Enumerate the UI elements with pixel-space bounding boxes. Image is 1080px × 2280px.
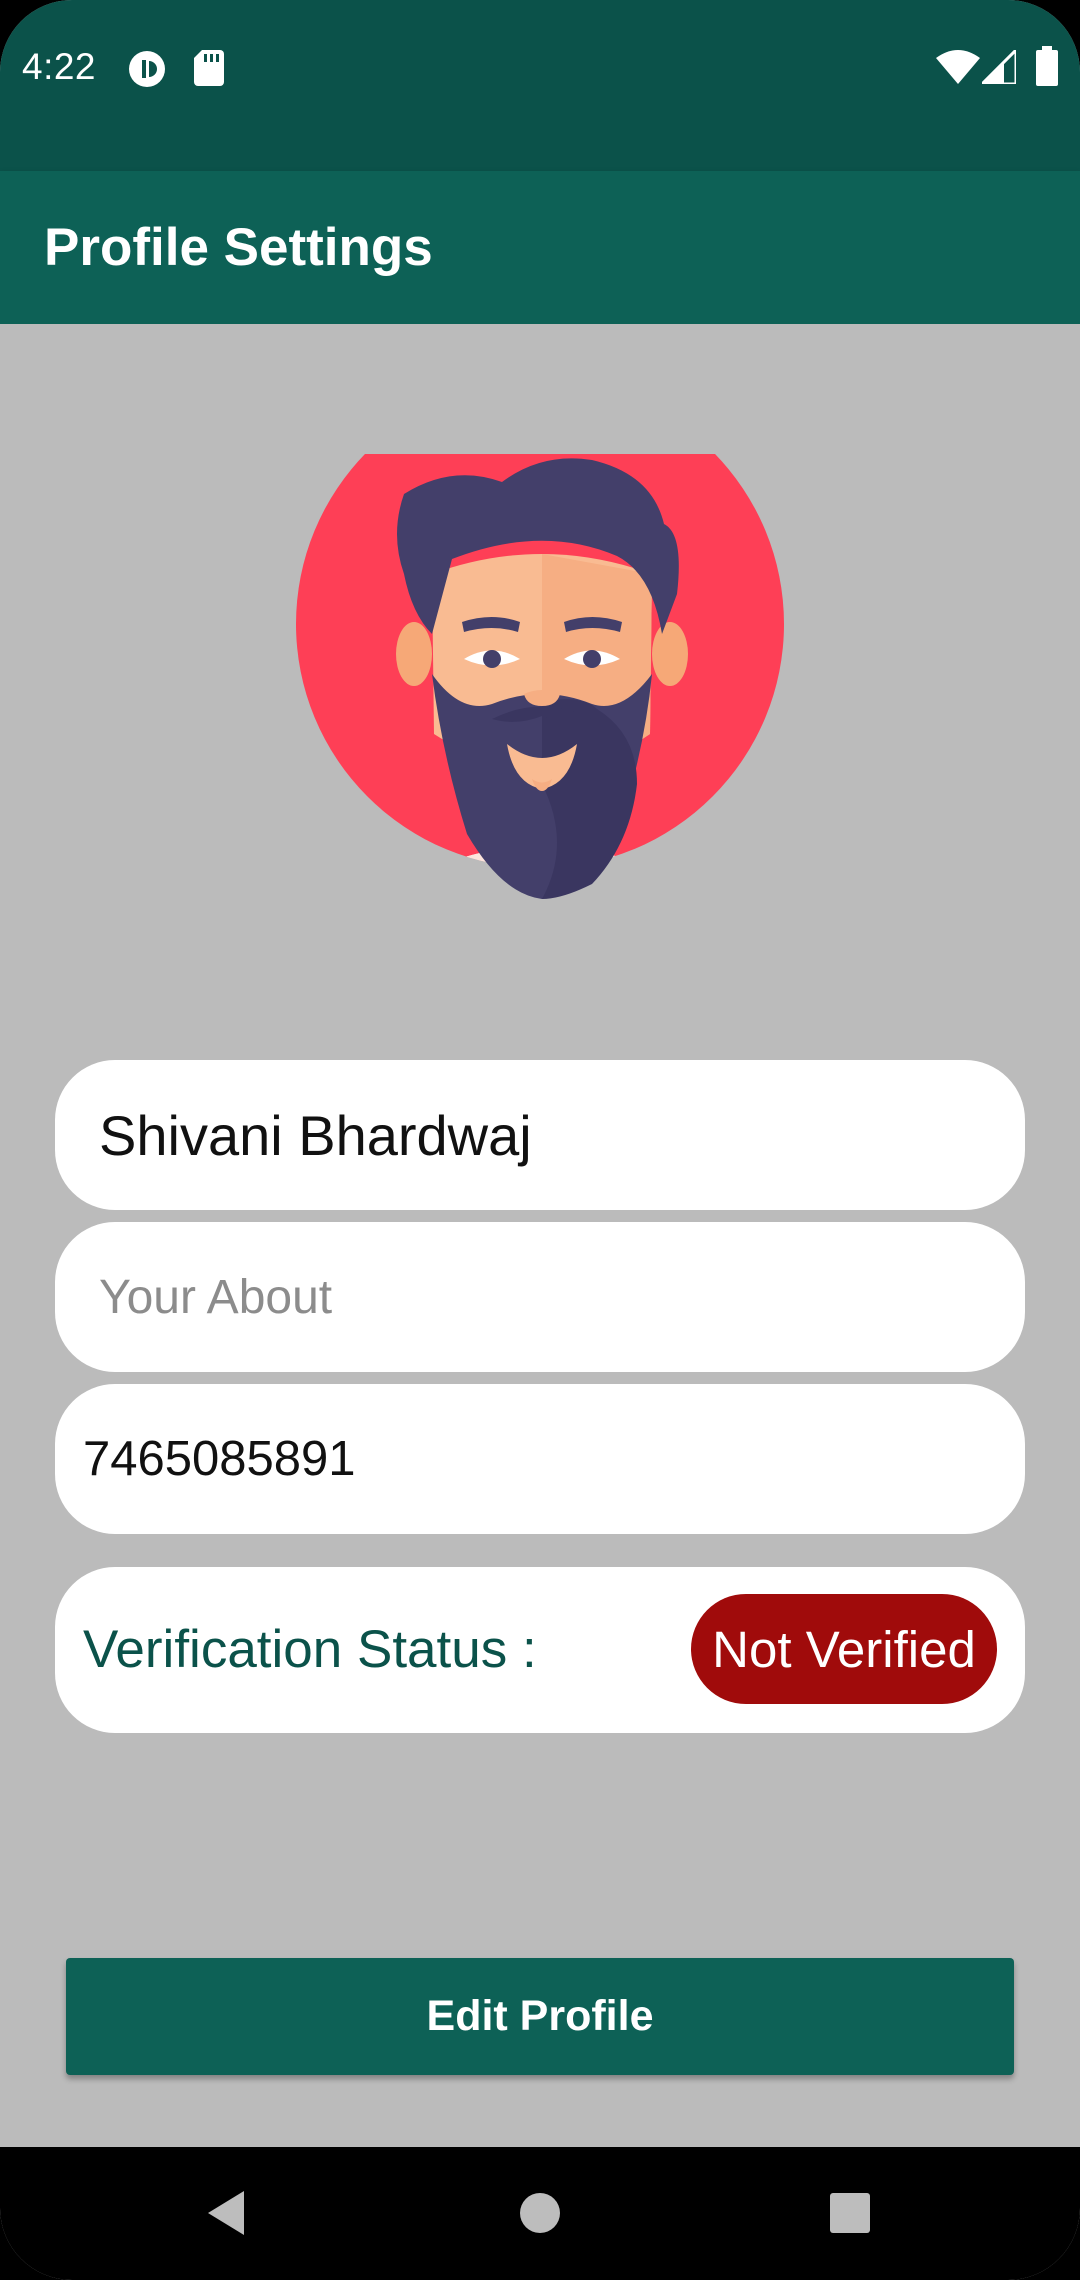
cellular-signal-icon (978, 46, 1018, 89)
wifi-icon (936, 50, 980, 89)
page-title: Profile Settings (44, 218, 433, 277)
verification-status-card: Verification Status : Not Verified (55, 1567, 1025, 1733)
profile-content: Verification Status : Not Verified Edit … (0, 324, 1080, 2147)
recents-icon[interactable] (810, 2183, 890, 2243)
system-navigation-bar (0, 2147, 1080, 2280)
sync-icon (128, 50, 166, 93)
phone-field[interactable] (55, 1384, 1025, 1534)
name-field[interactable] (55, 1060, 1025, 1210)
about-input[interactable] (55, 1222, 1025, 1372)
app-bar: Profile Settings (0, 171, 1080, 324)
name-input[interactable] (55, 1060, 1025, 1210)
back-icon[interactable] (186, 2183, 266, 2243)
battery-icon (1036, 46, 1058, 91)
bearded-man-avatar-icon[interactable] (292, 380, 792, 964)
home-icon[interactable] (500, 2183, 580, 2243)
sd-card-icon (194, 50, 224, 91)
verification-status-label: Verification Status : (83, 1620, 537, 1679)
phone-input[interactable] (55, 1384, 1025, 1534)
status-badge: Not Verified (691, 1594, 997, 1704)
status-bar: 4:22 (0, 0, 1080, 171)
profile-settings-screen: 4:22 Profile Settings Shivani Bhardwaj Y… (0, 0, 1080, 2280)
edit-profile-button[interactable]: Edit Profile (66, 1958, 1014, 2075)
status-time: 4:22 (22, 46, 97, 87)
about-field[interactable] (55, 1222, 1025, 1372)
